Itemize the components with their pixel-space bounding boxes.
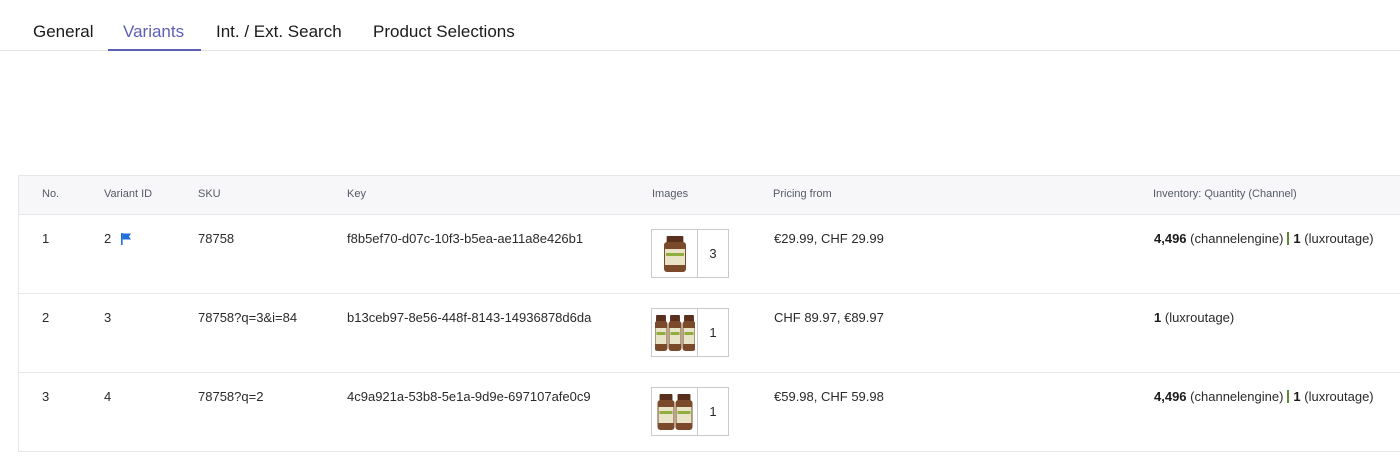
table-body: 1 2 78758 f8b5ef70-d07c-10f3-b5ea-ae11a8e42… bbox=[19, 215, 1400, 452]
inventory-quantity: 1 bbox=[1293, 231, 1301, 246]
variants-table: No. Variant ID SKU Key Images Pricing fr… bbox=[18, 175, 1400, 452]
pricing-cell: €59.98, CHF 59.98 bbox=[774, 389, 884, 404]
tab-general[interactable]: General bbox=[33, 22, 93, 42]
flag-icon bbox=[120, 232, 132, 245]
column-header-pricing[interactable]: Pricing from bbox=[773, 188, 832, 200]
supplement-bottle-icon[interactable] bbox=[652, 388, 698, 435]
supplement-bottle-icon[interactable] bbox=[652, 230, 698, 277]
image-count: 1 bbox=[709, 325, 717, 340]
inventory-cell: 1 (luxroutage) bbox=[1154, 310, 1234, 325]
table-row[interactable]: 2 3 78758?q=3&i=84 b13ceb97-8e56-448f-8143-… bbox=[19, 294, 1400, 373]
variant-id-cell: 2 bbox=[104, 231, 132, 246]
image-count: 1 bbox=[709, 404, 717, 419]
key-cell: f8b5ef70-d07c-10f3-b5ea-ae11a8e426b1 bbox=[347, 231, 584, 246]
column-header-no[interactable]: No. bbox=[42, 188, 59, 200]
inventory-channel: (luxroutage) bbox=[1304, 231, 1374, 246]
inventory-channel: (channelengine) bbox=[1190, 231, 1284, 246]
variant-id-cell: 3 bbox=[104, 310, 111, 325]
inventory-channel: (luxroutage) bbox=[1304, 389, 1374, 404]
pricing-cell: CHF 89.97, €89.97 bbox=[774, 310, 884, 325]
key-cell: b13ceb97-8e56-448f-8143-14936878d6da bbox=[347, 310, 592, 325]
inventory-quantity: 1 bbox=[1293, 389, 1301, 404]
inventory-quantity: 4,496 bbox=[1154, 389, 1187, 404]
inventory-separator bbox=[1287, 231, 1289, 246]
variant-id: 3 bbox=[104, 310, 112, 325]
pricing-cell: €29.99, CHF 29.99 bbox=[774, 231, 884, 246]
images-cell[interactable]: 1 bbox=[651, 387, 729, 436]
supplement-bottle-icon[interactable] bbox=[652, 309, 698, 356]
row-number: 3 bbox=[42, 389, 50, 404]
inventory-channel: (channelengine) bbox=[1190, 389, 1284, 404]
tab-variants[interactable]: Variants bbox=[123, 22, 184, 42]
row-number: 2 bbox=[42, 310, 50, 325]
key-cell: 4c9a921a-53b8-5e1a-9d9e-697107afe0c9 bbox=[347, 389, 591, 404]
row-number: 1 bbox=[42, 231, 50, 246]
column-header-inventory[interactable]: Inventory: Quantity (Channel) bbox=[1153, 188, 1297, 200]
inventory-quantity: 4,496 bbox=[1154, 231, 1187, 246]
tab-bar: General Variants Int. / Ext. Search Prod… bbox=[0, 0, 1400, 51]
inventory-channel: (luxroutage) bbox=[1164, 310, 1235, 325]
sku-cell: 78758 bbox=[198, 231, 235, 246]
column-header-images[interactable]: Images bbox=[652, 188, 688, 200]
image-count: 3 bbox=[709, 246, 717, 261]
column-header-variant-id[interactable]: Variant ID bbox=[104, 188, 152, 200]
inventory-cell: 4,496 (channelengine) 1 (luxroutage) bbox=[1154, 389, 1374, 404]
sku-cell: 78758?q=2 bbox=[198, 389, 264, 404]
sku-cell: 78758?q=3&i=84 bbox=[198, 310, 298, 325]
tab-int-ext-search[interactable]: Int. / Ext. Search bbox=[216, 22, 342, 42]
column-header-sku[interactable]: SKU bbox=[198, 188, 221, 200]
column-header-key[interactable]: Key bbox=[347, 188, 366, 200]
table-header: No. Variant ID SKU Key Images Pricing fr… bbox=[19, 175, 1400, 215]
table-row[interactable]: 1 2 78758 f8b5ef70-d07c-10f3-b5ea-ae11a8e42… bbox=[19, 215, 1400, 294]
inventory-separator bbox=[1287, 389, 1289, 404]
active-tab-indicator bbox=[108, 49, 201, 51]
inventory-quantity: 1 bbox=[1154, 310, 1162, 325]
variant-id-cell: 4 bbox=[104, 389, 111, 404]
variant-id: 4 bbox=[104, 389, 112, 404]
variant-id: 2 bbox=[104, 231, 112, 246]
table-row[interactable]: 3 4 78758?q=2 4c9a921a-53b8-5e1a-9d9e-69710… bbox=[19, 373, 1400, 452]
tab-product-selections[interactable]: Product Selections bbox=[373, 22, 515, 42]
images-cell[interactable]: 1 bbox=[651, 308, 729, 357]
images-cell[interactable]: 3 bbox=[651, 229, 729, 278]
inventory-cell: 4,496 (channelengine) 1 (luxroutage) bbox=[1154, 231, 1374, 246]
